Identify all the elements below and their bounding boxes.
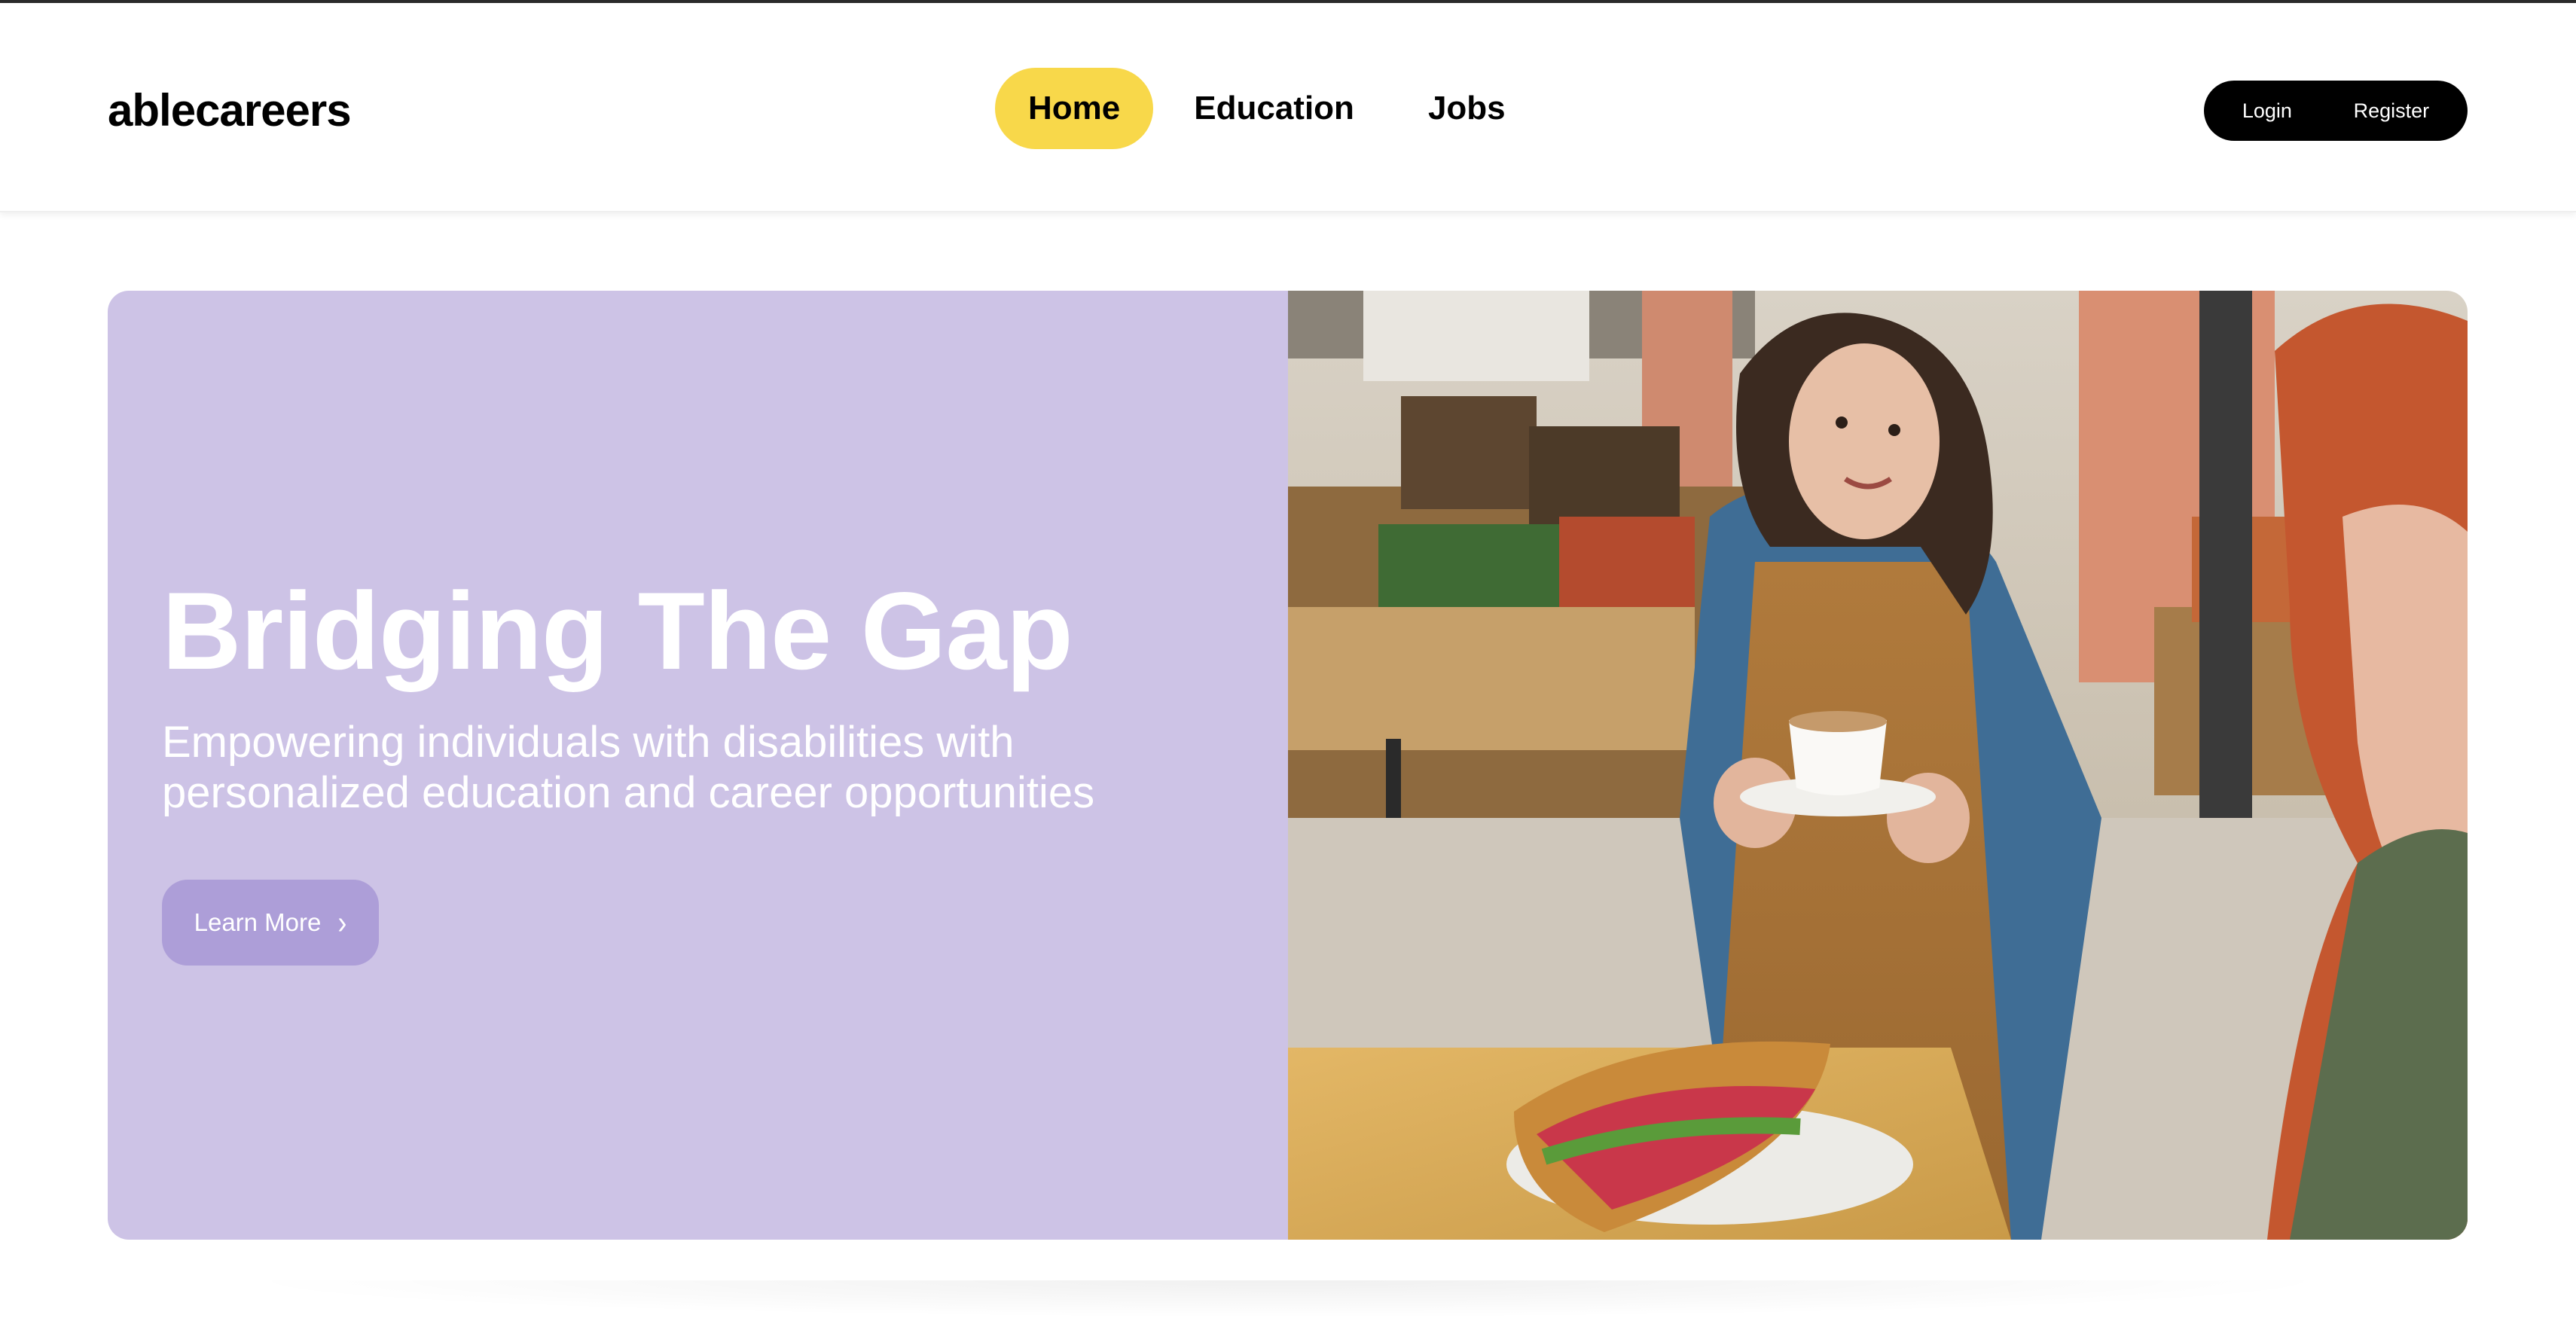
section-shadow: [226, 1280, 2350, 1318]
cafe-worker-serving-coffee-photo: [1288, 291, 2468, 1240]
chevron-right-icon: ›: [337, 903, 347, 941]
site-logo[interactable]: ablecareers: [108, 84, 352, 136]
learn-more-label: Learn More: [194, 908, 322, 936]
register-button[interactable]: Register: [2354, 99, 2430, 123]
nav-jobs[interactable]: Jobs: [1395, 68, 1539, 149]
hero-subtitle: Empowering individuals with disabilities…: [162, 718, 1095, 817]
nav-education[interactable]: Education: [1161, 68, 1387, 149]
hero-title: Bridging The Gap: [162, 569, 1073, 692]
nav-home[interactable]: Home: [995, 68, 1154, 149]
learn-more-button[interactable]: Learn More ›: [162, 880, 379, 966]
hero-banner: Bridging The Gap Empowering individuals …: [108, 291, 2468, 1240]
login-button[interactable]: Login: [2242, 99, 2292, 123]
hero-photo: [1288, 291, 2468, 1240]
hero-text-panel: Bridging The Gap Empowering individuals …: [108, 291, 1288, 1240]
site-header: ablecareers Home Education Jobs Login Re…: [0, 3, 2576, 212]
auth-pill: Login Register: [2204, 81, 2468, 141]
main-nav: Home Education Jobs: [995, 68, 1539, 149]
